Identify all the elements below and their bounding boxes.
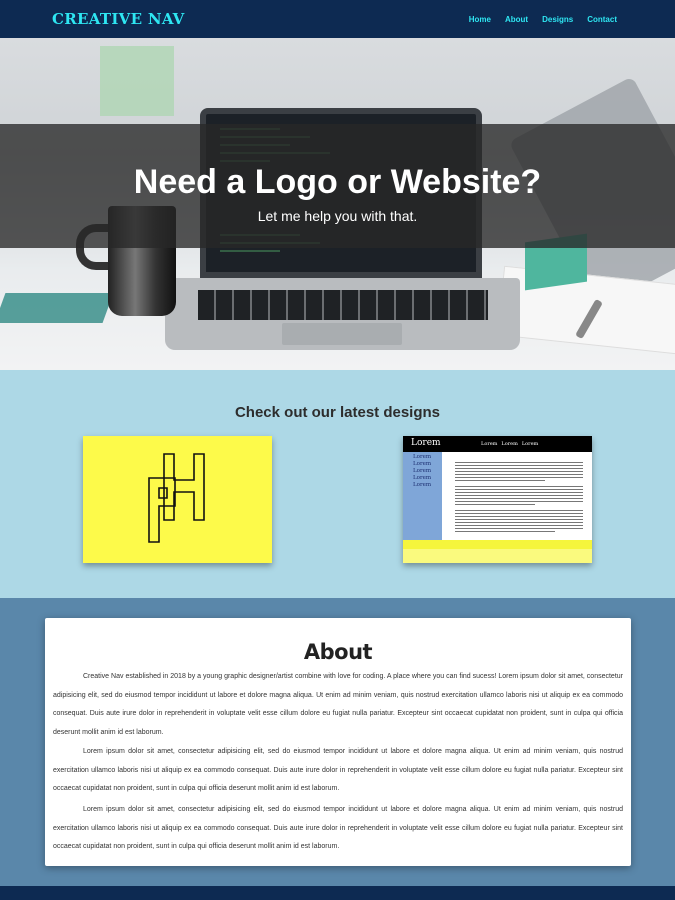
- mockup-nav-item: Lorem: [521, 441, 539, 447]
- designs-heading: Check out our latest designs: [234, 404, 441, 421]
- nav-link-home[interactable]: Home: [469, 15, 491, 24]
- mockup-sidebar-item: Lorem: [413, 454, 432, 460]
- nav-link-about[interactable]: About: [505, 15, 528, 24]
- design-card-logo[interactable]: [83, 436, 272, 563]
- ph-monogram-logo: [148, 453, 205, 543]
- about-paragraph-1: Creative Nav established in 2018 by a yo…: [53, 673, 623, 736]
- brand-logo[interactable]: CREATIVE NAV: [52, 10, 185, 28]
- mockup-logo: Lorem: [411, 438, 441, 448]
- design-card-website-mockup[interactable]: Lorem Lorem Lorem Lorem Lorem Lorem Lore…: [403, 436, 592, 563]
- about-title: About: [303, 640, 373, 664]
- nav-link-contact[interactable]: Contact: [587, 15, 617, 24]
- mockup-sidebar-item: Lorem: [413, 475, 432, 481]
- mockup-nav: Lorem Lorem Lorem: [481, 441, 538, 447]
- designs-section: Check out our latest designs Lorem Lorem…: [0, 370, 675, 598]
- mockup-sidebar: Lorem Lorem Lorem Lorem Lorem: [403, 452, 442, 540]
- letter-p-counter: [158, 487, 168, 499]
- mockup-nav-item: Lorem: [501, 441, 518, 447]
- mockup-nav-item: Lorem: [481, 441, 498, 447]
- hero-subtitle: Let me help you with that.: [257, 208, 418, 224]
- about-paragraph-2: Lorem ipsum dolor sit amet, consectetur …: [53, 748, 623, 792]
- mockup-sidebar-item: Lorem: [413, 468, 432, 474]
- hero-photo-wall-frame: [100, 46, 174, 116]
- navbar: CREATIVE NAV Home About Designs Contact: [0, 0, 675, 38]
- nav-link-designs[interactable]: Designs: [542, 15, 573, 24]
- mockup-topbar: Lorem Lorem Lorem Lorem: [403, 436, 592, 452]
- about-section: About Creative Nav established in 2018 b…: [0, 598, 675, 886]
- mockup-footer-stripe: [403, 540, 592, 549]
- about-paragraph-3: Lorem ipsum dolor sit amet, consectetur …: [53, 806, 623, 850]
- mockup-sidebar-item: Lorem: [413, 482, 432, 488]
- hero-section: Need a Logo or Website? Let me help you …: [0, 38, 675, 370]
- hero-photo-keyboard: [198, 290, 488, 320]
- about-card: About Creative Nav established in 2018 b…: [45, 618, 631, 866]
- hero-photo-cutting-mat: [0, 293, 114, 323]
- code-line: [220, 250, 280, 252]
- hero-photo-trackpad: [282, 323, 402, 345]
- mockup-sidebar-item: Lorem: [413, 461, 432, 467]
- footer: [0, 886, 675, 900]
- letter-h-shape: [163, 453, 205, 521]
- mockup-footer: [403, 540, 592, 563]
- hero-title: Need a Logo or Website?: [133, 163, 542, 201]
- nav-links: Home About Designs Contact: [469, 15, 617, 24]
